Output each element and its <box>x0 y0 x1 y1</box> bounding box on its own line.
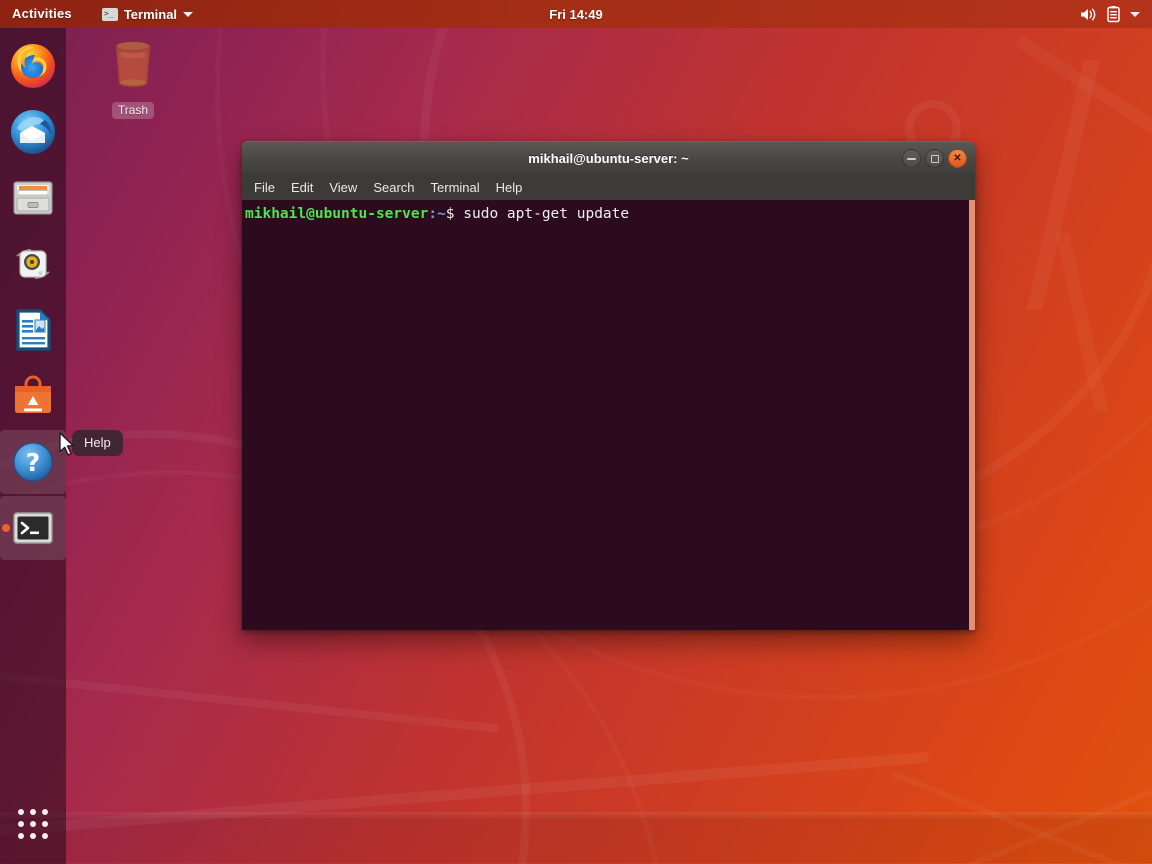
rhythmbox-speaker-icon <box>16 249 50 279</box>
terminal-icon <box>101 7 118 21</box>
wallpaper-arm-b <box>1055 231 1109 413</box>
show-applications-button[interactable] <box>1 792 65 856</box>
activities-button[interactable]: Activities <box>0 0 82 28</box>
terminal-menubar: File Edit View Search Terminal Help <box>242 174 975 200</box>
wallpaper-cross-b <box>890 770 1152 864</box>
terminal-app-icon <box>13 512 53 544</box>
svg-text:?: ? <box>26 448 41 477</box>
prompt-user-host: mikhail@ubuntu-server <box>245 206 429 222</box>
prompt-separator: : <box>428 206 438 222</box>
menu-view[interactable]: View <box>329 180 357 195</box>
help-icon: ? <box>13 442 53 482</box>
minimize-icon <box>907 157 916 160</box>
wallpaper-wedge-upper <box>0 651 499 733</box>
thunderbird-icon <box>11 110 55 154</box>
ubuntu-software-bag-icon <box>15 375 51 413</box>
show-applications-grid-icon <box>18 809 48 839</box>
menu-edit[interactable]: Edit <box>291 180 313 195</box>
maximize-icon <box>930 154 939 163</box>
libreoffice-writer-icon <box>16 309 51 351</box>
mouse-cursor <box>59 432 74 456</box>
trash-label: Trash <box>111 102 155 119</box>
prompt-symbol: $ <box>445 206 455 222</box>
menu-search[interactable]: Search <box>373 180 414 195</box>
close-icon: ✕ <box>953 152 962 164</box>
dock-item-libreoffice-writer[interactable] <box>1 298 65 362</box>
dock-item-ubuntu-software[interactable] <box>1 364 65 428</box>
minimize-button[interactable] <box>902 149 921 168</box>
wallpaper-arm-c <box>1015 34 1152 171</box>
files-cabinet-icon <box>13 181 53 215</box>
dock: ? <box>0 28 66 864</box>
system-menu-chevron-down-icon[interactable] <box>1130 11 1140 17</box>
wallpaper-wedge-lower <box>0 751 929 846</box>
menu-help[interactable]: Help <box>496 180 523 195</box>
desktop-icon-trash[interactable]: Trash <box>102 38 164 119</box>
terminal-line: mikhail@ubuntu-server:~$ sudo apt-get up… <box>244 205 975 223</box>
dock-item-files[interactable] <box>1 166 65 230</box>
dock-tooltip: Help <box>72 430 123 456</box>
wallpaper-bottom-band-highlight <box>0 812 1152 818</box>
window-controls: ✕ <box>902 142 967 175</box>
dock-item-firefox[interactable] <box>1 34 65 98</box>
top-bar: Activities Terminal Fri 14:49 <box>0 0 1152 28</box>
desktop[interactable]: Activities Terminal Fri 14:49 <box>0 0 1152 864</box>
maximize-button[interactable] <box>925 149 944 168</box>
status-area[interactable] <box>1080 0 1152 28</box>
app-menu-button[interactable]: Terminal <box>94 0 201 28</box>
terminal-output-area[interactable]: mikhail@ubuntu-server:~$ sudo apt-get up… <box>242 200 975 630</box>
chevron-down-icon <box>183 11 194 17</box>
terminal-titlebar[interactable]: mikhail@ubuntu-server: ~ ✕ <box>242 141 975 174</box>
trash-icon <box>114 41 152 88</box>
prompt-path: ~ <box>437 206 446 222</box>
dock-item-terminal[interactable] <box>0 496 66 560</box>
terminal-window[interactable]: mikhail@ubuntu-server: ~ ✕ File Edit Vie… <box>242 141 975 630</box>
terminal-title: mikhail@ubuntu-server: ~ <box>528 150 689 166</box>
firefox-icon <box>11 44 55 88</box>
terminal-command: sudo apt-get update <box>454 206 630 222</box>
menu-file[interactable]: File <box>254 180 275 195</box>
close-button[interactable]: ✕ <box>948 149 967 168</box>
menu-terminal[interactable]: Terminal <box>431 180 480 195</box>
terminal-scrollbar[interactable] <box>969 200 975 630</box>
wallpaper-bottom-band <box>0 815 1152 863</box>
dock-item-thunderbird[interactable] <box>1 100 65 164</box>
battery-icon <box>1107 5 1120 22</box>
dock-item-rhythmbox[interactable] <box>1 232 65 296</box>
volume-icon <box>1081 8 1096 20</box>
terminal-scrollbar-thumb[interactable] <box>969 200 975 630</box>
wallpaper-cross-a <box>890 770 1152 864</box>
dock-item-help[interactable]: ? <box>0 430 66 494</box>
wallpaper-arm-a <box>1026 60 1100 310</box>
app-menu-label: Terminal <box>123 6 178 22</box>
